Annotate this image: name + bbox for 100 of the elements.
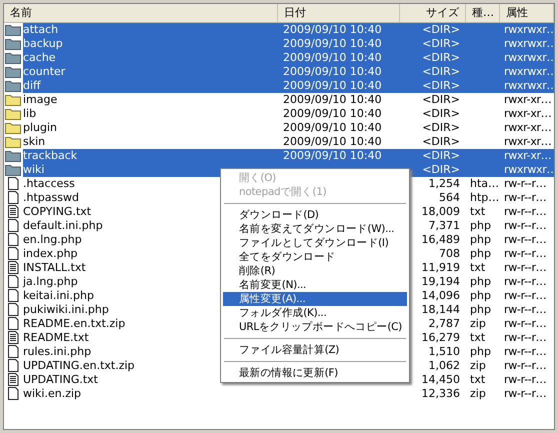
file-type: htp…: [470, 191, 500, 204]
file-type: txt: [470, 205, 486, 218]
file-type: txt: [470, 261, 486, 274]
modified-date: 2009/09/10 10:40: [283, 79, 382, 92]
file-name: cache: [23, 51, 56, 64]
file-size: <DIR>: [422, 149, 460, 162]
file-attributes: rw-r--r…: [504, 233, 546, 246]
file-attributes: rw-r--r…: [504, 289, 546, 302]
file-size: 16,489: [422, 233, 460, 246]
file-size: <DIR>: [422, 163, 460, 176]
file-type: hta…: [470, 177, 500, 190]
file-size: 18,009: [422, 205, 460, 218]
file-attributes: rw-r--r…: [504, 303, 546, 316]
file-size: <DIR>: [422, 51, 460, 64]
file-name: en.lng.php: [23, 233, 82, 246]
file-size: <DIR>: [422, 93, 460, 106]
file-name: ja.lng.php: [23, 275, 78, 288]
file-attributes: rwxrwxr…: [504, 23, 554, 36]
file-size: 564: [439, 191, 460, 204]
file-name: backup: [23, 37, 63, 50]
file-name: plugin: [23, 121, 58, 134]
file-size: 18,144: [422, 303, 460, 316]
file-attributes: rw-r--r…: [504, 359, 546, 372]
file-size: 14,096: [422, 289, 460, 302]
file-size: 19,194: [422, 275, 460, 288]
file-type: php: [470, 289, 491, 302]
file-type: zip: [470, 387, 486, 400]
file-name: attach: [23, 23, 58, 36]
file-type: php: [470, 303, 491, 316]
file-type: txt: [470, 373, 486, 386]
file-name: counter: [23, 65, 66, 78]
file-type: zip: [470, 359, 486, 372]
file-name: wiki.en.zip: [23, 387, 82, 400]
file-attributes: rwxrwxr…: [504, 65, 554, 78]
file-attributes: rw-r--r…: [504, 275, 546, 288]
file-name: default.ini.php: [23, 219, 103, 232]
file-attributes: rw-r--r…: [504, 345, 546, 358]
file-attributes: rw-r--r…: [504, 177, 546, 190]
file-name: rules.ini.php: [23, 345, 92, 358]
file-type: zip: [470, 317, 486, 330]
file-attributes: rw-r--r…: [504, 373, 546, 386]
file-size: <DIR>: [422, 135, 460, 148]
file-size: 1,062: [428, 359, 460, 372]
file-name: trackback: [23, 149, 78, 162]
file-size: <DIR>: [422, 79, 460, 92]
file-name: pukiwiki.ini.php: [23, 303, 109, 316]
file-name: README.en.txt.zip: [23, 317, 126, 330]
file-attributes: rwxr-xr…: [504, 135, 552, 148]
file-name: index.php: [23, 247, 78, 260]
file-size: <DIR>: [422, 37, 460, 50]
file-attributes: rwxr-xr…: [504, 121, 552, 134]
file-type: php: [470, 219, 491, 232]
file-size: 7,371: [428, 219, 460, 232]
file-attributes: rw-r--r…: [504, 387, 546, 400]
file-name: .htaccess: [23, 177, 75, 190]
file-attributes: rwxrwxr…: [504, 79, 554, 92]
file-name: lib: [23, 107, 36, 120]
file-attributes: rw-r--r…: [504, 205, 546, 218]
file-name: keitai.ini.php: [23, 289, 94, 302]
modified-date: 2009/09/10 10:40: [283, 93, 382, 106]
file-name: UPDATING.txt: [23, 373, 98, 386]
file-size: 1,510: [428, 345, 460, 358]
file-attributes: rw-r--r…: [504, 331, 546, 344]
file-size: 11,919: [422, 261, 460, 274]
file-name: INSTALL.txt: [23, 261, 86, 274]
file-name: UPDATING.en.txt.zip: [23, 359, 135, 372]
modified-date: 2009/09/10 10:40: [283, 121, 382, 134]
file-size: <DIR>: [422, 23, 460, 36]
modified-date: 2009/09/10 10:40: [283, 23, 382, 36]
modified-date: 2009/09/10 10:40: [283, 51, 382, 64]
file-attributes: rwxrwxr…: [504, 163, 554, 176]
file-size: 16,279: [422, 331, 460, 344]
file-size: 2,787: [428, 317, 460, 330]
file-attributes: rwxr-xr…: [504, 107, 552, 120]
file-name: wiki: [23, 163, 44, 176]
file-name: skin: [23, 135, 46, 148]
file-size: 12,336: [422, 387, 460, 400]
file-type: php: [470, 275, 491, 288]
file-attributes: rwxr-xr…: [504, 149, 552, 162]
file-size: <DIR>: [422, 107, 460, 120]
file-attributes: rw-r--r…: [504, 317, 546, 330]
file-size: 708: [439, 247, 460, 260]
modified-date: 2009/09/10 10:40: [283, 135, 382, 148]
file-size: 14,450: [422, 373, 460, 386]
modified-date: 2009/09/10 10:40: [283, 149, 382, 162]
file-attributes: rw-r--r…: [504, 219, 546, 232]
file-attributes: rwxrwxr…: [504, 51, 554, 64]
file-type: php: [470, 247, 491, 260]
file-size: <DIR>: [422, 65, 460, 78]
file-attributes: rw-r--r…: [504, 247, 546, 260]
file-attributes: rwxr-xr…: [504, 93, 552, 106]
modified-date: 2009/09/10 10:40: [283, 107, 382, 120]
file-size: <DIR>: [422, 121, 460, 134]
file-name: COPYING.txt: [23, 205, 92, 218]
file-size: 1,254: [428, 177, 460, 190]
file-attributes: rwxrwxr…: [504, 37, 554, 50]
file-type: php: [470, 345, 491, 358]
modified-date: 2009/09/10 10:40: [283, 37, 382, 50]
file-type: txt: [470, 331, 486, 344]
file-name: diff: [23, 79, 41, 92]
